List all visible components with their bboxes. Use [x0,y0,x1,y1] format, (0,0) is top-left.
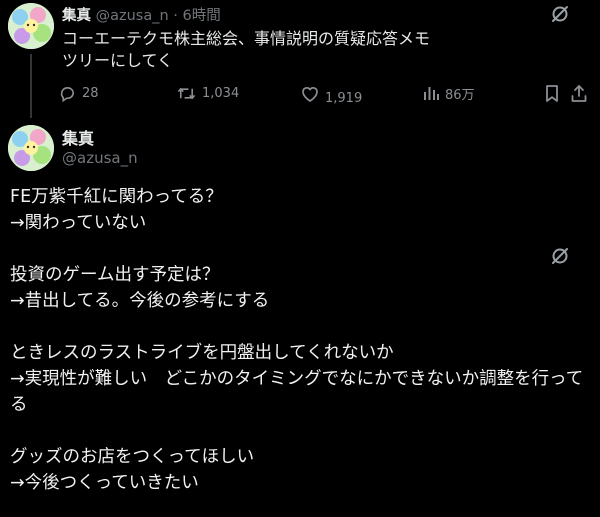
tweet-text-line: ときレスのラストライブを円盤出してくれないか [10,343,394,363]
tweet-text-line [10,236,590,262]
tweet-parent[interactable]: 集真 @azusa_n · 6時間 コーエーテクモ株主総会、事情説明の質疑応答メ… [0,0,600,118]
timestamp[interactable]: 6時間 [183,8,221,24]
tweet-text-line: →実現性が難しい どこかのタイミングでなにかできないか調整を行って [10,369,584,389]
author-handle[interactable]: @azusa_n [96,8,169,24]
avatar-image [8,125,54,171]
avatar[interactable] [8,3,54,49]
share-button[interactable] [570,80,588,106]
tweet-text-line: グッズのお店をつくってほしい [10,447,255,467]
reply-count: 28 [82,85,99,101]
tweet-text-line: →昔出してる。今後の参考にする [10,291,270,311]
reply-icon [60,86,75,102]
views-icon [424,87,439,100]
author-name[interactable]: 集真 [62,8,91,24]
tweet-text-line: ツリーにしてく [62,51,174,70]
tweet-text-line: FE万紫千紅に関わってる？ [10,187,223,207]
tweet-text-line [10,418,590,444]
grok-icon[interactable] [550,4,570,28]
tweet-header: 集真 @azusa_n · 6時間 [62,4,221,25]
author-handle[interactable]: @azusa_n [62,149,138,167]
bookmark-button[interactable] [544,80,560,106]
tweet-text-line: 投資のゲーム出す予定は？ [10,265,220,285]
heart-icon [302,86,318,102]
author-name[interactable]: 集真 [62,125,94,149]
share-icon [571,84,587,102]
view-count: 86万 [445,87,475,103]
separator: · [173,8,178,24]
avatar[interactable] [8,125,54,171]
tweet-text: コーエーテクモ株主総会、事情説明の質疑応答メモ ツリーにしてく [62,28,492,72]
reply-button[interactable]: 28 [58,80,99,106]
avatar-image [8,3,54,49]
retweet-count: 1,034 [202,85,240,101]
tweet-text-line: →関わっていない [10,213,147,233]
tweet-text-line [10,314,590,340]
tweet-text-line: コーエーテクモ株主総会、事情説明の質疑応答メモ [62,29,431,48]
retweet-button[interactable]: 1,034 [176,80,239,106]
tweet-text-line: →今後つくっていきたい [10,473,199,493]
tweet-text: FE万紫千紅に関わってる？ →関わっていない 投資のゲーム出す予定は？ →昔出し… [10,184,590,496]
views-button[interactable]: 86万 [422,80,475,106]
action-bar: 28 1,034 1,919 86万 [58,80,588,106]
tweet-text-line: る [10,395,28,415]
bookmark-icon [546,84,558,102]
tweet-reply[interactable]: 集真 @azusa_n FE万紫千紅に関わってる？ →関わっていない 投資のゲー… [0,118,600,517]
like-count: 1,919 [325,90,363,106]
thread-line [30,54,32,118]
like-button[interactable]: 1,919 [300,80,362,106]
retweet-icon [177,87,196,99]
